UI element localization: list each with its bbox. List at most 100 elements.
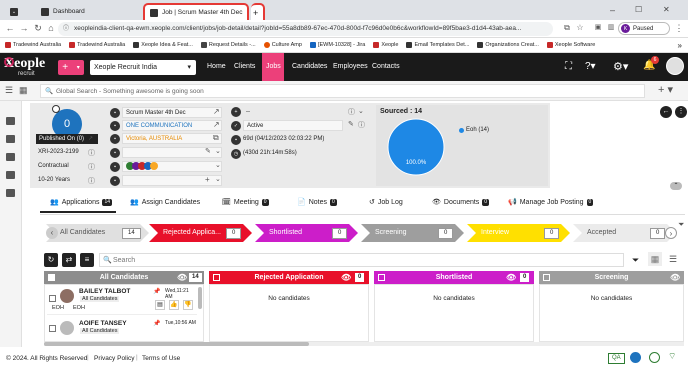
address-bar[interactable]: ⓘ xeopleindia-client-qa-ewm.xeople.com/c…	[58, 22, 553, 36]
menu-kebab-icon[interactable]: ⋮	[673, 23, 685, 34]
tab-meeting[interactable]: 🗓 Meeting 0	[222, 198, 269, 206]
stage-screening[interactable]: Screening 0	[361, 224, 464, 242]
bookmark-item[interactable]: Request Details -...	[200, 42, 256, 48]
close-tab-icon[interactable]: ✕	[246, 9, 247, 17]
select-all-checkbox[interactable]	[378, 274, 385, 281]
client-field[interactable]: ONE COMMUNICATION	[122, 120, 222, 131]
select-all-checkbox[interactable]	[48, 274, 55, 281]
eye-icon[interactable]: 👁	[177, 271, 187, 284]
tab-applications[interactable]: 👥 Applications 14	[50, 198, 113, 206]
list-view-icon[interactable]: ☰	[666, 252, 680, 266]
eye-icon[interactable]: 👁	[506, 271, 516, 284]
nav-jobs[interactable]: Jobs	[266, 63, 281, 70]
eye-icon[interactable]: 👁	[341, 271, 351, 284]
extensions-icon[interactable]: ⧉	[561, 23, 573, 33]
bookmark-item[interactable]: Tradewind Australia	[5, 42, 61, 48]
gear-icon[interactable]: ⚙▾	[613, 60, 628, 73]
select-all-checkbox[interactable]	[543, 274, 550, 281]
bookmark-item[interactable]: [EWM-10328] - Jira	[309, 42, 365, 48]
horizontal-scrollbar[interactable]	[44, 342, 684, 346]
xeople-logo[interactable]: Xeople recruit	[4, 56, 54, 78]
close-window-icon[interactable]: ✕	[663, 5, 670, 14]
chart-icon[interactable]	[6, 189, 15, 197]
tab-assign-candidates[interactable]: 👥 Assign Candidates	[130, 198, 200, 207]
candidate-checkbox[interactable]	[49, 325, 56, 332]
home-icon[interactable]: ⌂	[45, 23, 57, 33]
add-icon[interactable]: +	[205, 175, 210, 184]
filter-icon[interactable]: ≡	[80, 253, 94, 267]
back-icon[interactable]: ←	[4, 23, 16, 33]
back-arrow-icon[interactable]: ←	[660, 106, 672, 118]
briefcase-icon[interactable]	[6, 117, 15, 125]
pin-icon[interactable]: 📌	[153, 320, 160, 327]
external-link-icon[interactable]: ↗	[213, 120, 220, 129]
collapse-icon[interactable]: ⌃	[670, 182, 682, 190]
bookmark-item[interactable]: Xeople Software	[546, 42, 595, 48]
status-field[interactable]: Active	[243, 120, 343, 131]
stage-all-candidates[interactable]: All Candidates 14	[46, 224, 149, 242]
chevron-down-icon[interactable]: ⌄	[358, 107, 364, 115]
forward-icon[interactable]: →	[18, 23, 30, 33]
external-link-icon[interactable]: ⧉	[213, 133, 219, 143]
bookmark-item[interactable]: Email Templates Det...	[406, 42, 469, 48]
thumbs-up-icon[interactable]: 👍	[169, 300, 179, 310]
global-search-input[interactable]: 🔍 Global Search - Something awesome is g…	[40, 84, 645, 98]
tab-documents[interactable]: 👁 Documents 0	[432, 198, 490, 206]
candidate-name[interactable]: BAILEY TALBOT	[79, 288, 130, 295]
check-circle-icon[interactable]	[649, 352, 660, 363]
browser-tab-job[interactable]: Job | Scrum Master 4th Dec ✕	[143, 3, 249, 20]
puzzle-icon[interactable]: ▣	[592, 23, 604, 31]
candidate-name[interactable]: AOIFE TANSEY	[79, 320, 127, 327]
chevron-down-icon[interactable]: ⌄	[215, 147, 221, 155]
bookmark-item[interactable]: Organizations Creat...	[477, 42, 539, 48]
list-icon[interactable]	[6, 135, 15, 143]
stage-interview[interactable]: Interview 0	[467, 224, 570, 242]
filter-funnel-icon[interactable]: ⏷	[678, 220, 684, 230]
chevron-down-icon[interactable]: ⌄	[215, 161, 221, 169]
add-shortcut-icon[interactable]: + ▾	[658, 83, 673, 96]
help-icon[interactable]: ?▾	[585, 61, 596, 72]
privacy-link[interactable]: Privacy Policy	[94, 355, 134, 362]
stage-rejected[interactable]: Rejected Applica... 0	[149, 224, 252, 242]
add-button[interactable]: + ▾	[58, 60, 84, 75]
user-circle-icon[interactable]	[630, 352, 641, 363]
eye-icon[interactable]: 👁	[670, 271, 680, 284]
document-icon[interactable]: ▤	[155, 300, 165, 310]
tab-notes[interactable]: 📄 Notes 0	[297, 198, 337, 206]
scrollbar[interactable]	[198, 287, 202, 309]
bookmark-item[interactable]: Tradewind Australia	[69, 42, 125, 48]
stage-shortlisted[interactable]: Shortlisted 0	[255, 224, 358, 242]
reload-icon[interactable]: ↻	[32, 23, 44, 34]
nav-clients[interactable]: Clients	[234, 63, 255, 70]
edit-icon[interactable]: ✎	[348, 120, 354, 128]
org-selector[interactable]: Xeople Recruit India ▾	[90, 60, 196, 75]
tab-manage-job-posting[interactable]: 📢 Manage Job Posting 0	[508, 198, 594, 206]
refresh-icon[interactable]: ↻	[44, 253, 58, 267]
grid-icon[interactable]: ▦	[19, 85, 28, 96]
candidate-card[interactable]: AOIFE TANSEY All Candidates 📌 Tue,10:56 …	[47, 317, 197, 339]
candidate-checkbox[interactable]	[49, 295, 56, 302]
bookmark-item[interactable]: Xeople	[373, 42, 398, 48]
nav-contacts[interactable]: Contacts	[372, 63, 400, 70]
pin-icon[interactable]: 📌	[153, 288, 160, 295]
site-info-icon[interactable]: ⓘ	[63, 22, 69, 36]
maximize-icon[interactable]: ☐	[635, 5, 642, 14]
pie-slice[interactable]	[387, 118, 445, 176]
pipeline-prev-icon[interactable]: ‹	[46, 227, 58, 239]
stage-accepted[interactable]: Accepted 0	[573, 224, 676, 242]
nav-employees[interactable]: Employees	[333, 63, 368, 70]
person-card-icon[interactable]	[6, 153, 15, 161]
minimize-icon[interactable]: –	[610, 5, 615, 15]
select-all-checkbox[interactable]	[213, 274, 220, 281]
candidate-card[interactable]: BAILEY TALBOT All Candidates 📌 Wed,11:21…	[47, 287, 197, 315]
terms-link[interactable]: Terms of Use	[142, 355, 180, 362]
candidate-search-input[interactable]: 🔍 Search	[99, 253, 624, 267]
fullscreen-icon[interactable]: ⛶	[565, 61, 572, 72]
chevron-down-icon[interactable]: ⌄	[215, 175, 221, 183]
workflow-icon[interactable]: ⇄	[62, 253, 76, 267]
external-link-icon[interactable]: ↗	[213, 107, 220, 116]
new-tab-button[interactable]: +	[251, 3, 265, 20]
nav-candidates[interactable]: Candidates	[292, 63, 327, 70]
kanban-view-icon[interactable]: ▦	[648, 252, 662, 266]
pipeline-next-icon[interactable]: ›	[665, 227, 677, 239]
